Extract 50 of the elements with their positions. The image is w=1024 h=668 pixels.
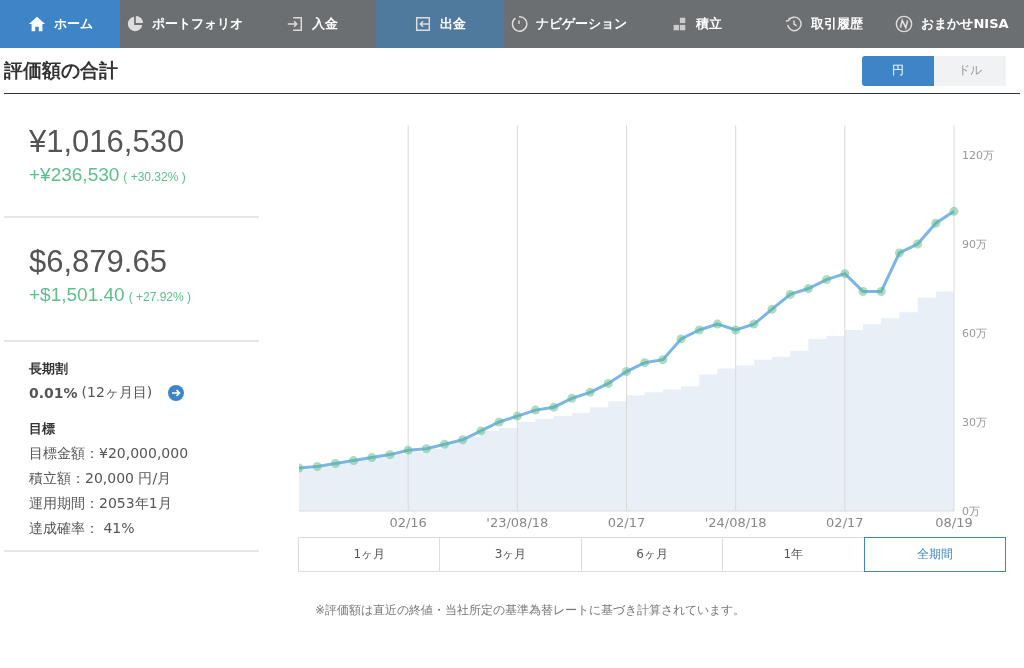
gain-value: +¥236,530 xyxy=(29,164,120,185)
nav-tab[interactable]: おまかせNISA xyxy=(888,0,1016,48)
nav-tab[interactable]: 出金 xyxy=(376,0,504,48)
x-axis-label: '23/08/18 xyxy=(486,515,549,530)
y-axis-label: 90万 xyxy=(962,238,987,251)
total-value: ¥1,016,530 xyxy=(29,124,186,160)
nav-tab[interactable]: 入金 xyxy=(248,0,376,48)
sign-in-icon xyxy=(286,15,304,33)
discount-heading: 長期割 xyxy=(29,360,69,378)
x-axis-label: '24/08/18 xyxy=(704,515,767,530)
total-value: $6,879.65 xyxy=(29,244,168,280)
nav-tab[interactable]: 取引履歴 xyxy=(760,0,888,48)
goal-detail: 目標金額：¥20,000,000 xyxy=(29,445,190,463)
y-axis-label: 60万 xyxy=(962,327,987,340)
y-axis-label: 30万 xyxy=(962,416,987,429)
sign-out-icon xyxy=(414,15,432,33)
x-axis-label: 08/19 xyxy=(935,515,973,530)
page-title: 評価額の合計 xyxy=(4,57,118,83)
goal-heading: 目標 xyxy=(29,420,56,438)
nav-tab[interactable]: ナビゲーション xyxy=(504,0,632,48)
badge-icon xyxy=(895,15,914,33)
x-axis-label: 02/17 xyxy=(826,515,864,530)
nav-tab[interactable]: ポートフォリオ xyxy=(120,0,248,48)
period-tab[interactable]: 全期間 xyxy=(863,537,1007,572)
footnote: ※評価額は直近の終値・当社所定の基準為替レートに基づき計算されています。 xyxy=(315,602,747,619)
x-axis-label: 02/17 xyxy=(607,515,646,530)
history-icon xyxy=(785,15,803,33)
y-axis-label: 0万 xyxy=(962,505,980,518)
period-tab[interactable]: 3ヶ月 xyxy=(439,537,582,572)
period-tab[interactable]: 6ヶ月 xyxy=(580,537,724,572)
period-tab[interactable]: 1年 xyxy=(722,537,865,572)
goal-detail: 達成確率： 41% xyxy=(29,520,136,538)
goal-detail: 積立額：20,000 円/月 xyxy=(29,470,173,488)
currency-toggle[interactable]: ドル xyxy=(934,55,1006,86)
y-axis-label: 120万 xyxy=(962,148,994,162)
gauge-icon xyxy=(509,15,528,33)
nav-tab[interactable]: 積立 xyxy=(632,0,760,48)
x-axis-label: 02/16 xyxy=(389,515,427,530)
home-icon xyxy=(27,15,46,33)
discount-months: (12ヶ月目) xyxy=(81,384,153,402)
nav-tab[interactable]: ホーム xyxy=(0,0,120,48)
discount-rate: 0.01% xyxy=(29,385,78,401)
gain-percent: ( +27.92% ) xyxy=(128,290,191,304)
period-tab[interactable]: 1ヶ月 xyxy=(298,537,441,572)
gain-value: +$1,501.40 xyxy=(29,284,125,305)
pie-chart-icon xyxy=(125,15,144,33)
gain-percent: ( +30.32% ) xyxy=(123,170,186,184)
arrow-button-icon[interactable] xyxy=(168,385,185,401)
goal-detail: 運用期間：2053年1月 xyxy=(29,495,173,513)
currency-toggle[interactable]: 円 xyxy=(862,55,934,86)
